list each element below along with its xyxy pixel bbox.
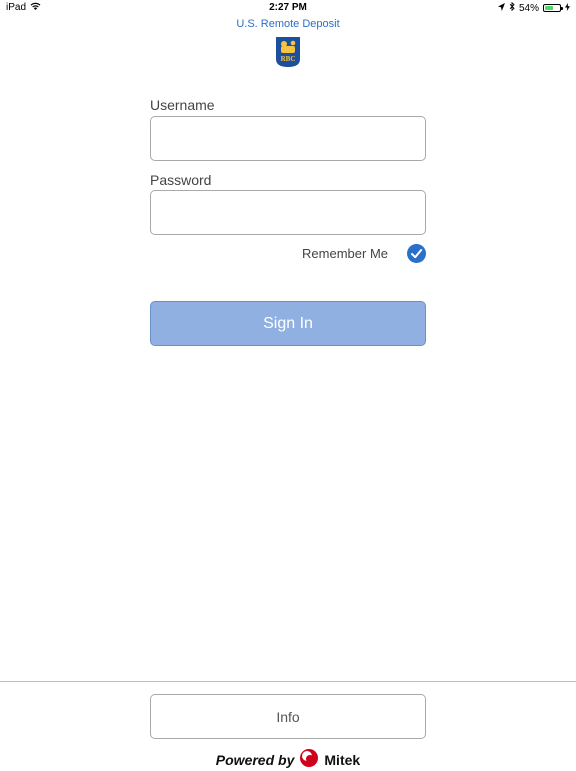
app-title: U.S. Remote Deposit xyxy=(236,18,340,30)
mitek-brand: Mitek xyxy=(324,751,361,768)
charging-bolt-icon xyxy=(565,2,570,14)
remember-me-checkbox[interactable] xyxy=(407,244,426,263)
rbc-logo: RBC xyxy=(276,37,300,67)
sign-in-button[interactable]: Sign In xyxy=(150,301,426,346)
status-time: 2:27 PM xyxy=(269,2,307,13)
status-bar-right: 54% xyxy=(497,1,570,14)
battery-percent: 54% xyxy=(518,2,539,14)
location-arrow-icon xyxy=(497,2,505,14)
footer-divider xyxy=(0,681,576,682)
password-input[interactable] xyxy=(150,190,426,235)
checkmark-icon xyxy=(411,249,423,259)
battery-icon xyxy=(543,4,563,12)
username-input[interactable] xyxy=(150,116,426,161)
status-bar: iPad 2:27 PM 54% xyxy=(0,0,576,16)
username-label: Username xyxy=(150,97,215,113)
battery-level xyxy=(545,6,553,10)
bluetooth-icon xyxy=(509,1,515,14)
info-button[interactable]: Info xyxy=(150,694,426,739)
rbc-logo-text: RBC xyxy=(281,55,296,63)
remember-me-label[interactable]: Remember Me xyxy=(302,246,388,261)
password-label: Password xyxy=(150,172,212,188)
powered-by-label: Powered by xyxy=(215,751,295,768)
